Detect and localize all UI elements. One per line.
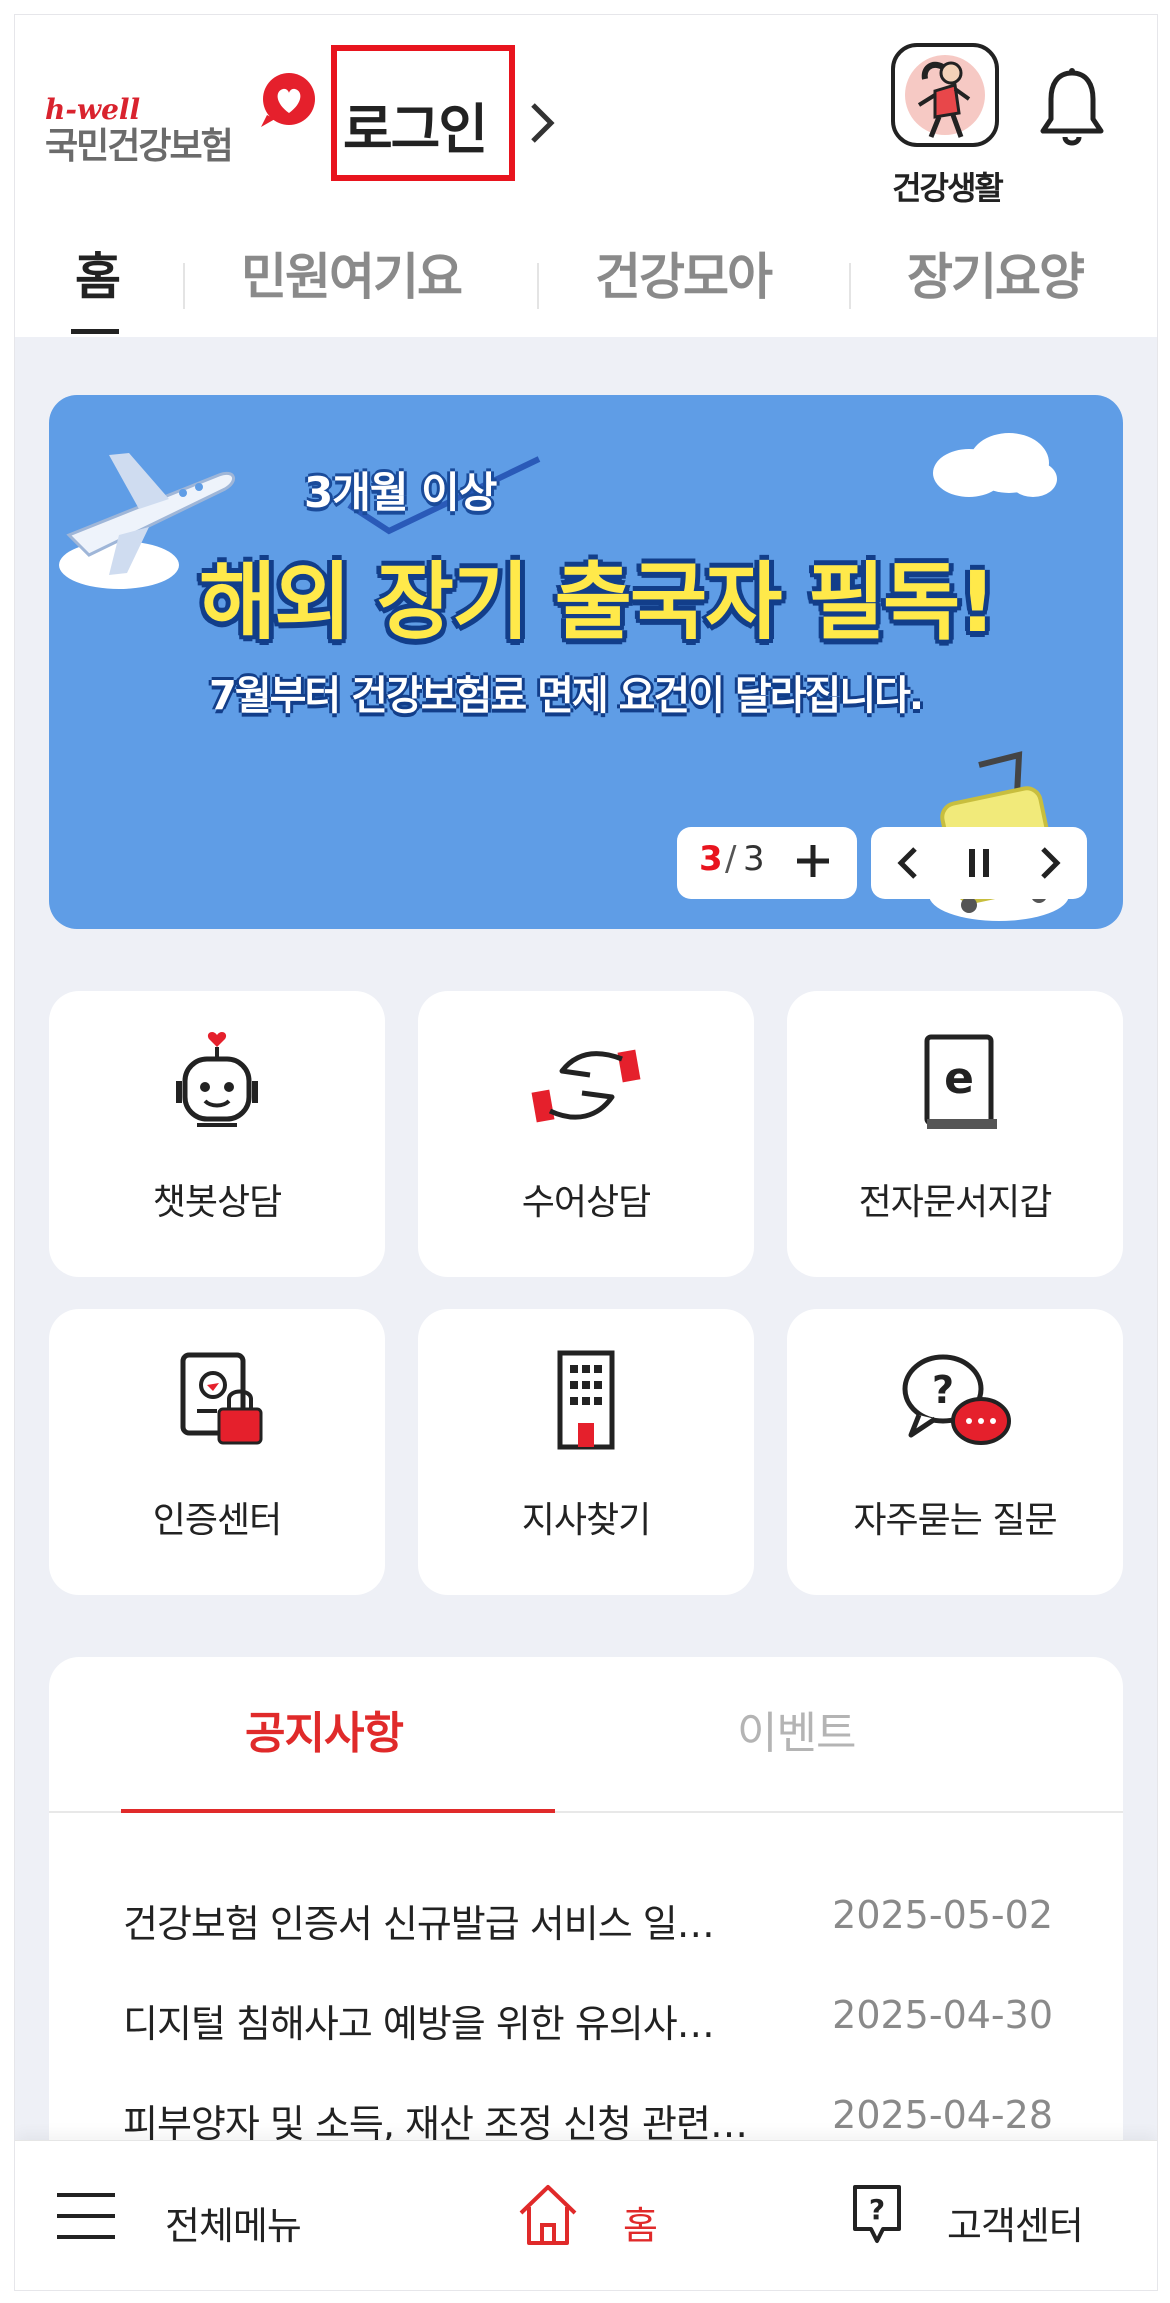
notice-date: 2025-04-30 (832, 1993, 1053, 2037)
tab-health-moa[interactable]: 건강모아 (595, 237, 773, 309)
active-tab-indicator (71, 329, 119, 334)
help-bubble-icon: ? (853, 2185, 901, 2243)
plus-icon[interactable] (793, 841, 833, 881)
bottom-navigation: 전체메뉴 홈 ? 고객센터 (15, 2140, 1157, 2290)
quick-menu-certificate[interactable]: 인증센터 (49, 1309, 385, 1595)
banner-title: 해외 장기 출국자 필독! (199, 553, 997, 651)
cloud-icon (933, 433, 1057, 497)
active-tab-indicator (121, 1809, 555, 1813)
banner-description: 7월부터 건강보험료 면제 요건이 달라집니다. (209, 673, 924, 719)
sign-language-icon (531, 1049, 641, 1123)
pause-icon[interactable] (959, 843, 999, 883)
health-life-label: 건강생활 (892, 169, 1004, 207)
svg-text:?: ? (932, 1368, 954, 1412)
home-button[interactable]: 홈 (515, 2181, 715, 2251)
quick-menu-label: 인증센터 (152, 1500, 282, 1541)
quick-menu-label: 챗봇상담 (152, 1182, 282, 1223)
tab-divider (849, 263, 851, 309)
chevron-left-icon[interactable] (889, 843, 929, 883)
quick-menu-label: 수어상담 (521, 1182, 651, 1223)
quick-menu-label: 전자문서지갑 (858, 1182, 1053, 1223)
tab-divider (537, 263, 539, 309)
certificate-lock-icon (180, 1352, 263, 1445)
tab-divider (183, 263, 185, 309)
tab-notices[interactable]: 공지사항 (245, 1697, 404, 1761)
quick-menu-branch[interactable]: 지사찾기 (418, 1309, 754, 1595)
notice-item[interactable]: 건강보험 인증서 신규발급 서비스 일… 2025-05-02 (123, 1893, 1053, 1953)
app-screen: h-well 국민건강보험 로그인 건강생활 홈 민원여기요 건강모아 장기요양… (14, 14, 1158, 2291)
promo-banner[interactable]: 3개월 이상 해외 장기 출국자 필독! 7월부터 건강보험료 면제 요건이 달… (49, 395, 1123, 929)
notice-title: 건강보험 인증서 신규발급 서비스 일… (123, 1902, 715, 1946)
e-document-wallet-icon: e (924, 1034, 997, 1129)
quick-menu-label: 자주묻는 질문 (853, 1500, 1057, 1541)
notice-item[interactable]: 디지털 침해사고 예방을 위한 유의사… 2025-04-30 (123, 1993, 1053, 2053)
heart-icon (261, 73, 315, 127)
notice-date: 2025-04-28 (832, 2093, 1053, 2137)
quick-menu-e-document[interactable]: e 전자문서지갑 (787, 991, 1123, 1277)
health-life-button[interactable]: 건강생활 (877, 43, 1017, 213)
header: h-well 국민건강보험 로그인 건강생활 홈 민원여기요 건강모아 장기요양 (15, 15, 1157, 337)
customer-center-button[interactable]: ? 고객센터 (849, 2181, 1129, 2251)
faq-bubble-icon: ? (902, 1354, 1011, 1445)
login-button[interactable]: 로그인 (343, 85, 488, 164)
chatbot-icon (176, 1032, 258, 1127)
tab-civil-service[interactable]: 민원여기요 (241, 237, 463, 309)
quick-menu-label: 지사찾기 (521, 1500, 651, 1541)
current-page: 3 (699, 839, 723, 879)
home-label: 홈 (623, 2204, 658, 2248)
nhis-logo[interactable]: h-well 국민건강보험 (45, 53, 345, 173)
total-pages: 3 (743, 839, 765, 879)
all-menu-label: 전체메뉴 (165, 2204, 302, 2248)
hamburger-menu-icon (57, 2193, 115, 2239)
chevron-right-icon[interactable] (527, 99, 557, 147)
quick-menu-sign-language[interactable]: 수어상담 (418, 991, 754, 1277)
bell-icon[interactable] (1037, 65, 1107, 155)
banner-subtitle: 3개월 이상 (304, 468, 497, 517)
building-icon (557, 1350, 615, 1450)
quick-menu-faq[interactable]: ? 자주묻는 질문 (787, 1309, 1123, 1595)
svg-text:?: ? (869, 2193, 885, 2226)
customer-center-label: 고객센터 (947, 2204, 1084, 2248)
all-menu-button[interactable]: 전체메뉴 (55, 2181, 315, 2251)
top-tabs: 홈 민원여기요 건강모아 장기요양 (15, 227, 1157, 337)
home-icon (519, 2185, 577, 2245)
notice-title: 디지털 침해사고 예방을 위한 유의사… (123, 2002, 715, 2046)
tab-events[interactable]: 이벤트 (737, 1697, 856, 1761)
svg-text:e: e (944, 1053, 974, 1104)
page-separator: / (725, 839, 737, 879)
runner-icon (891, 43, 999, 147)
quick-menu-chatbot[interactable]: 챗봇상담 (49, 991, 385, 1277)
logo-name: 국민건강보험 (45, 126, 234, 167)
tab-long-term-care[interactable]: 장기요양 (907, 237, 1085, 309)
chevron-right-icon[interactable] (1029, 843, 1069, 883)
tab-home[interactable]: 홈 (75, 237, 121, 309)
banner-pager: 3 / 3 (677, 827, 857, 899)
notice-date: 2025-05-02 (832, 1893, 1053, 1937)
banner-controls (871, 827, 1087, 899)
